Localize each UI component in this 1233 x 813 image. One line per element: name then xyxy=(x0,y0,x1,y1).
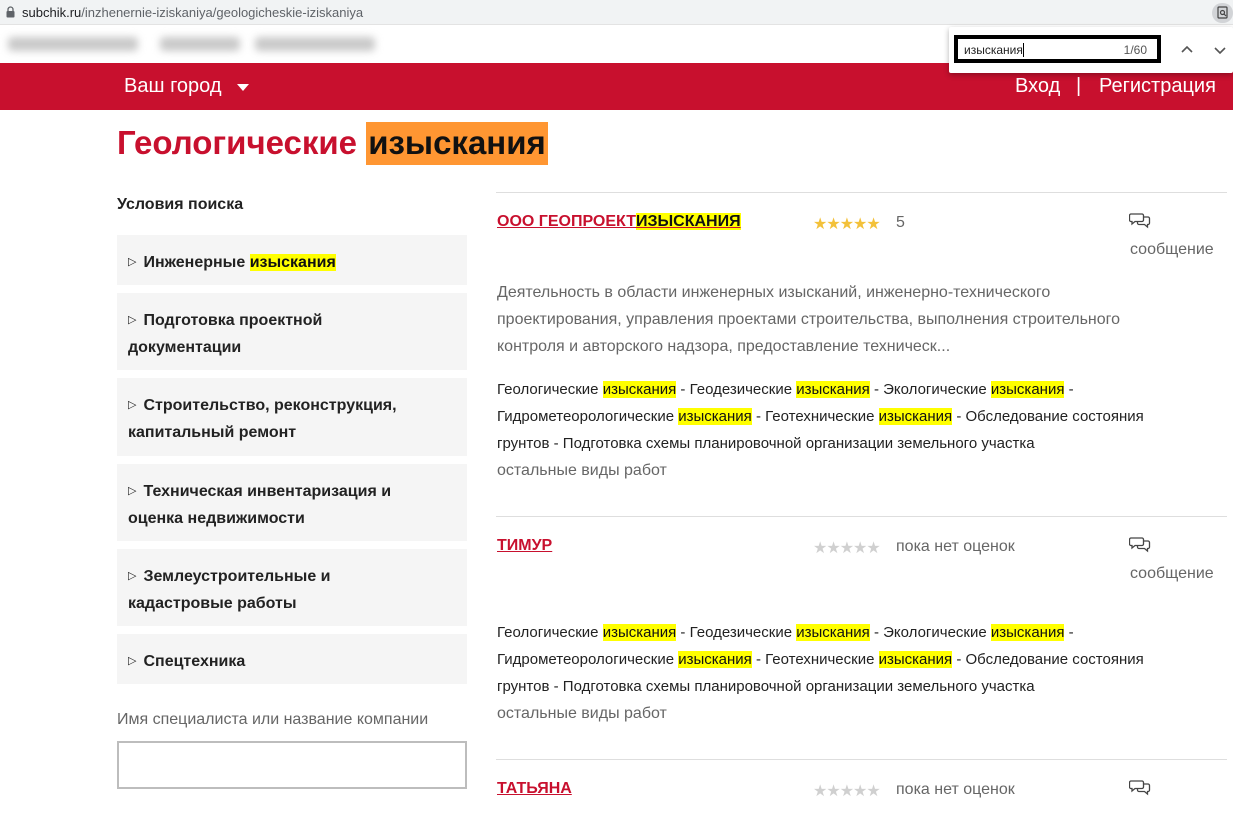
city-selector[interactable]: Ваш город xyxy=(124,75,222,98)
company-name-highlight: ИЗЫСКАНИЯ xyxy=(635,213,741,230)
work-types: Геологические изыскания - Геодезические … xyxy=(497,624,1144,695)
company-description: Деятельность в области инженерных изыска… xyxy=(497,279,1197,360)
more-work-types-link[interactable]: остальные виды работ xyxy=(497,462,667,480)
page-title-highlight: изыскания xyxy=(366,122,548,165)
search-conditions-heading: Условия поиска xyxy=(117,196,244,213)
category-label: Подготовка проектной xyxy=(143,312,323,329)
find-input-box[interactable]: изыскания 1/60 xyxy=(954,35,1161,63)
category-label: Спецтехника xyxy=(143,653,246,670)
description-line: контроля и авторского надзора, предостав… xyxy=(497,338,951,355)
message-link[interactable]: сообщение xyxy=(1130,565,1214,583)
category-label-line2: капитальный ремонт xyxy=(128,424,297,441)
category-label-line2: оценка недвижимости xyxy=(128,510,305,527)
category-project-documentation[interactable]: ▷ Подготовка проектной документации xyxy=(117,293,467,370)
triangle-right-icon: ▷ xyxy=(128,314,137,326)
triangle-right-icon: ▷ xyxy=(128,256,137,268)
lock-icon xyxy=(6,6,15,18)
name-search-label: Имя специалиста или название компании xyxy=(117,711,429,728)
page-title: Геологические изыскания xyxy=(117,122,548,165)
result-divider xyxy=(496,192,1227,193)
caret-down-icon[interactable] xyxy=(237,84,249,91)
login-link[interactable]: Вход xyxy=(1015,75,1060,98)
rating-value: 5 xyxy=(896,214,905,231)
magnifier-icon xyxy=(1217,6,1228,19)
blurred-bookmark xyxy=(8,37,138,51)
url-text[interactable]: subchik.ru/inzhenernie-iziskaniya/geolog… xyxy=(22,5,363,20)
url-domain: subchik.ru xyxy=(22,5,82,20)
description-line: проектирования, управления проектами стр… xyxy=(497,311,1121,328)
category-label-highlight: изыскания xyxy=(249,254,336,271)
chat-bubbles-icon[interactable] xyxy=(1129,779,1151,797)
message-link[interactable]: сообщение xyxy=(1130,241,1214,259)
triangle-right-icon: ▷ xyxy=(128,570,137,582)
work-types: Геологические изыскания - Геодезические … xyxy=(497,381,1144,452)
category-technical-inventory[interactable]: ▷ Техническая инвентаризация и оценка недв… xyxy=(117,464,467,541)
more-work-types-link[interactable]: остальные виды работ xyxy=(497,705,667,723)
rating-value: пока нет оценок xyxy=(896,781,1015,798)
category-label: Техническая инвентаризация и xyxy=(143,483,392,500)
name-search-input[interactable] xyxy=(117,741,467,789)
rating-stars: ★★★★★ xyxy=(813,540,881,557)
category-label-line2: документации xyxy=(128,339,242,356)
find-count: 1/60 xyxy=(1123,43,1147,57)
find-previous-button[interactable] xyxy=(1178,41,1196,59)
company-link[interactable]: ТИМУР xyxy=(497,537,552,555)
page-title-text: Геологические xyxy=(117,124,358,161)
find-next-button[interactable] xyxy=(1211,41,1229,59)
chevron-up-icon xyxy=(1181,45,1193,53)
url-path: /inzhenernie-iziskaniya/geologicheskie-i… xyxy=(81,5,364,20)
category-label: Землеустроительные и xyxy=(143,568,331,585)
rating-stars: ★★★★★ xyxy=(813,783,881,800)
chevron-down-icon xyxy=(1214,47,1226,55)
category-engineering-surveys[interactable]: ▷ Инженерные изыскания xyxy=(117,235,467,285)
header-separator: | xyxy=(1076,75,1082,97)
category-special-equipment[interactable]: ▷ Спецтехника xyxy=(117,634,467,684)
chat-bubbles-icon[interactable] xyxy=(1129,212,1151,230)
triangle-right-icon: ▷ xyxy=(128,485,137,497)
triangle-right-icon: ▷ xyxy=(128,399,137,411)
company-link[interactable]: ТАТЬЯНА xyxy=(497,780,572,798)
find-in-page-icon[interactable] xyxy=(1212,3,1233,23)
blurred-bookmark xyxy=(160,37,240,51)
description-line: Деятельность в области инженерных изыска… xyxy=(497,284,1051,301)
category-land-cadastral[interactable]: ▷ Землеустроительные и кадастровые работы xyxy=(117,549,467,626)
chat-bubbles-icon[interactable] xyxy=(1129,536,1151,554)
company-link[interactable]: ООО ГЕОПРОЕКТИЗЫСКАНИЯ xyxy=(497,213,741,231)
blurred-bookmark xyxy=(255,37,375,51)
triangle-right-icon: ▷ xyxy=(128,655,137,667)
result-divider xyxy=(496,516,1227,517)
category-label-line2: кадастровые работы xyxy=(128,595,297,612)
result-divider xyxy=(496,759,1227,760)
find-input[interactable]: изыскания xyxy=(964,43,1094,57)
browser-address-bar[interactable]: subchik.ru/inzhenernie-iziskaniya/geolog… xyxy=(0,0,1233,25)
rating-value: пока нет оценок xyxy=(896,538,1015,555)
category-construction[interactable]: ▷ Строительство, реконструкция, капитальны… xyxy=(117,378,467,456)
register-link[interactable]: Регистрация xyxy=(1099,75,1216,98)
find-bar: изыскания 1/60 xyxy=(949,27,1233,73)
rating-stars: ★★★★★ xyxy=(813,216,881,233)
category-label: Строительство, реконструкция, xyxy=(143,397,397,414)
category-label: Инженерные xyxy=(143,254,246,271)
